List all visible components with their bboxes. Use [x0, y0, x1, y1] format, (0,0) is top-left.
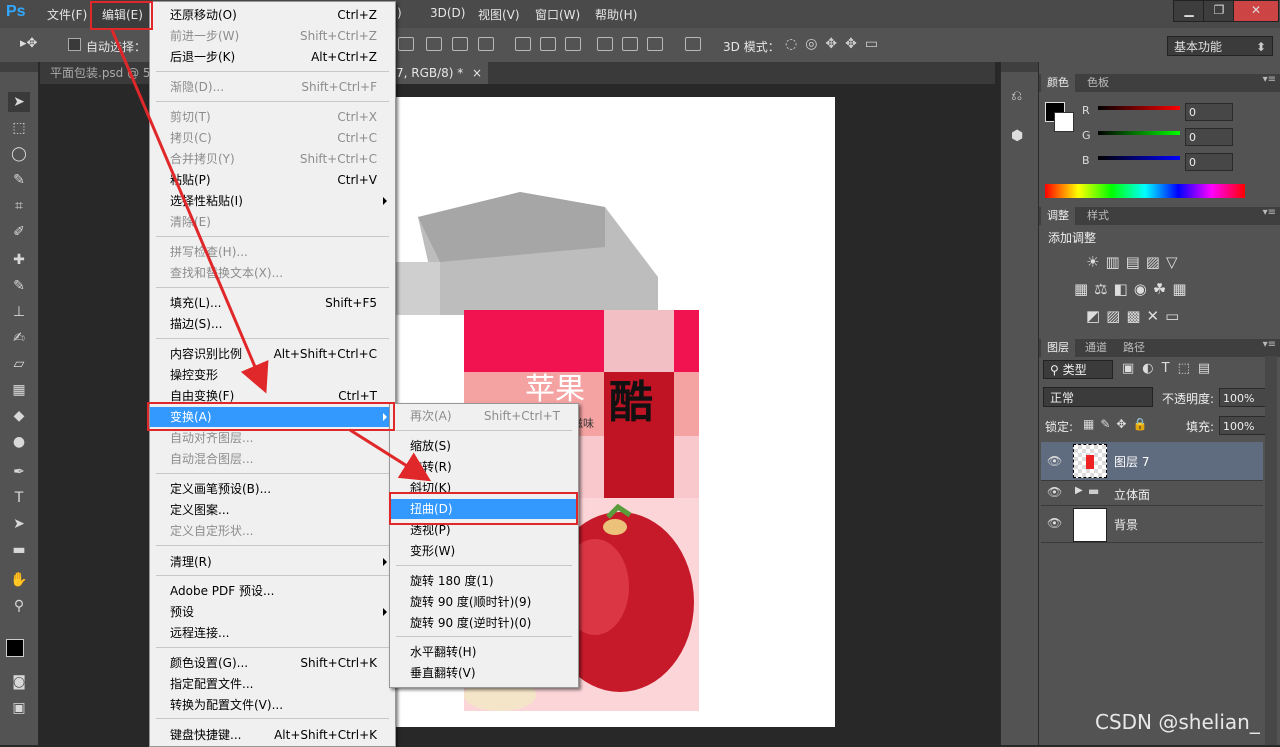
watermark-text: CSDN @shelian_	[1095, 710, 1260, 734]
arrow-to-transform	[110, 29, 269, 394]
arrow-to-distort	[349, 428, 432, 482]
annotation-arrows	[110, 29, 432, 482]
